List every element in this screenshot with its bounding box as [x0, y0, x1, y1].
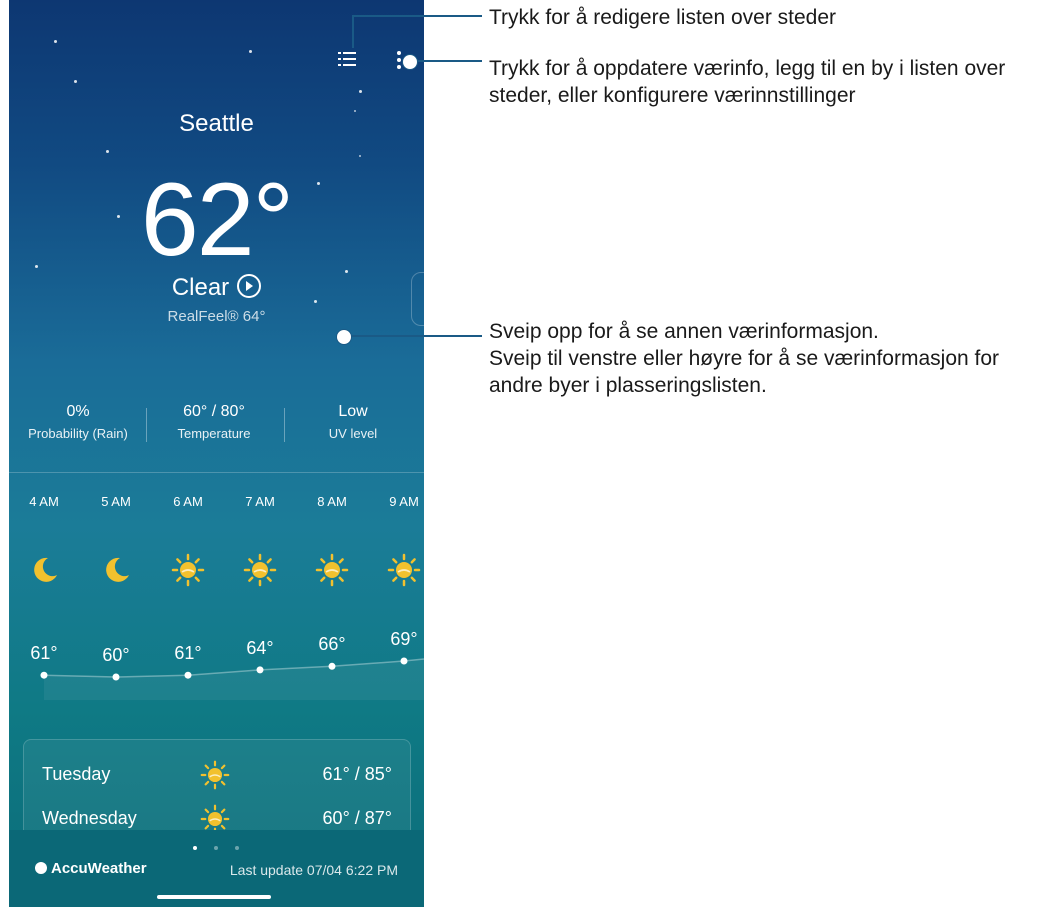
callout-dot: [337, 330, 351, 344]
sun-icon: [200, 760, 230, 790]
temperature-point: [400, 657, 408, 665]
callout-edit-list: Trykk for å redigere listen over steder: [489, 6, 837, 29]
moon-icon: [106, 557, 129, 582]
play-icon[interactable]: [237, 273, 262, 298]
callout-text: Sveip til venstre eller høyre for å se v…: [489, 347, 1000, 370]
stat-label: Temperature: [177, 426, 251, 441]
callout-line: [342, 335, 482, 337]
brand-name: AccuWeather: [51, 860, 147, 877]
callout-text: Sveip opp for å se annen værinformasjon.: [489, 320, 879, 343]
section-divider: [9, 472, 424, 473]
stat-label: UV level: [328, 426, 378, 441]
callout-line: [352, 15, 482, 17]
uv-level-stat: Low UV level: [288, 403, 418, 441]
callout-dot: [403, 55, 417, 69]
star: [359, 90, 362, 93]
sun-icon: [243, 553, 277, 587]
stat-value: Low: [338, 403, 368, 420]
sun-icon: [387, 553, 421, 587]
last-update: Last update 07/04 6:22 PM: [229, 862, 398, 878]
temperature-point: [256, 666, 264, 674]
home-indicator[interactable]: [157, 895, 271, 899]
condition-label: Clear: [171, 274, 230, 301]
city-name: Seattle: [179, 110, 254, 137]
weather-app-screen[interactable]: Seattle 62° Clear RealFeel® 64° 0% Proba…: [9, 0, 424, 907]
realfeel-label: RealFeel® 64°: [167, 308, 266, 325]
callout-swipe: Sveip opp for å se annen værinformasjon.…: [489, 318, 999, 399]
rain-probability-stat: 0% Probability (Rain): [13, 403, 143, 441]
forecast-range: 61° / 85°: [322, 764, 392, 784]
hour-label: 5 AM: [101, 494, 131, 509]
more-options-icon[interactable]: [397, 51, 401, 69]
forecast-day: Wednesday: [42, 808, 137, 828]
callout-text: Trykk for å oppdatere værinfo, legg til …: [489, 57, 1006, 80]
star: [74, 80, 77, 83]
star: [359, 155, 361, 157]
stat-label: Probability (Rain): [28, 426, 128, 441]
accuweather-icon: [35, 862, 47, 875]
callout-more-options: Trykk for å oppdatere værinfo, legg til …: [489, 55, 1005, 109]
page-dot: [235, 846, 239, 850]
temperature-point: [184, 671, 192, 679]
star: [106, 150, 109, 153]
temperature-area: [44, 659, 424, 700]
hour-label: 7 AM: [245, 494, 275, 509]
side-panel-handle[interactable]: [411, 272, 424, 326]
hour-label: 8 AM: [317, 494, 347, 509]
callout-line: [352, 16, 354, 48]
callout-text: steder, eller konfigurere værinnstilling…: [489, 84, 856, 107]
current-temperature: 62°: [140, 162, 294, 278]
sun-icon: [315, 553, 349, 587]
stat-divider: [146, 408, 147, 442]
temperature-graph: [40, 657, 424, 700]
condition-row: Clear: [9, 273, 424, 302]
stat-divider: [284, 408, 285, 442]
hour-label: 9 AM: [389, 494, 419, 509]
list-item[interactable]: Tuesday 61° / 85°: [24, 760, 410, 792]
star: [54, 40, 57, 43]
forecast-range: 60° / 87°: [322, 808, 392, 828]
stat-value: 0%: [66, 403, 90, 420]
temperature-range-stat: 60° / 80° Temperature: [149, 403, 279, 441]
edit-locations-list-icon[interactable]: [338, 52, 356, 66]
hour-label: 4 AM: [29, 494, 59, 509]
forecast-day: Tuesday: [42, 764, 111, 784]
callout-text: andre byer i plasseringslisten.: [489, 374, 767, 397]
moon-icon: [34, 557, 57, 582]
hour-label: 6 AM: [173, 494, 203, 509]
star: [249, 50, 252, 53]
brand-logo[interactable]: AccuWeather: [35, 860, 147, 877]
today-stats: 0% Probability (Rain) 60° / 80° Temperat…: [9, 403, 424, 443]
page-dot: [193, 846, 197, 850]
page-dot: [214, 846, 218, 850]
temperature-point: [112, 673, 120, 681]
temperature-point: [40, 671, 48, 679]
temperature-point: [328, 662, 336, 670]
stat-value: 60° / 80°: [183, 403, 245, 420]
sun-icon: [171, 553, 205, 587]
callout-line: [410, 60, 482, 62]
